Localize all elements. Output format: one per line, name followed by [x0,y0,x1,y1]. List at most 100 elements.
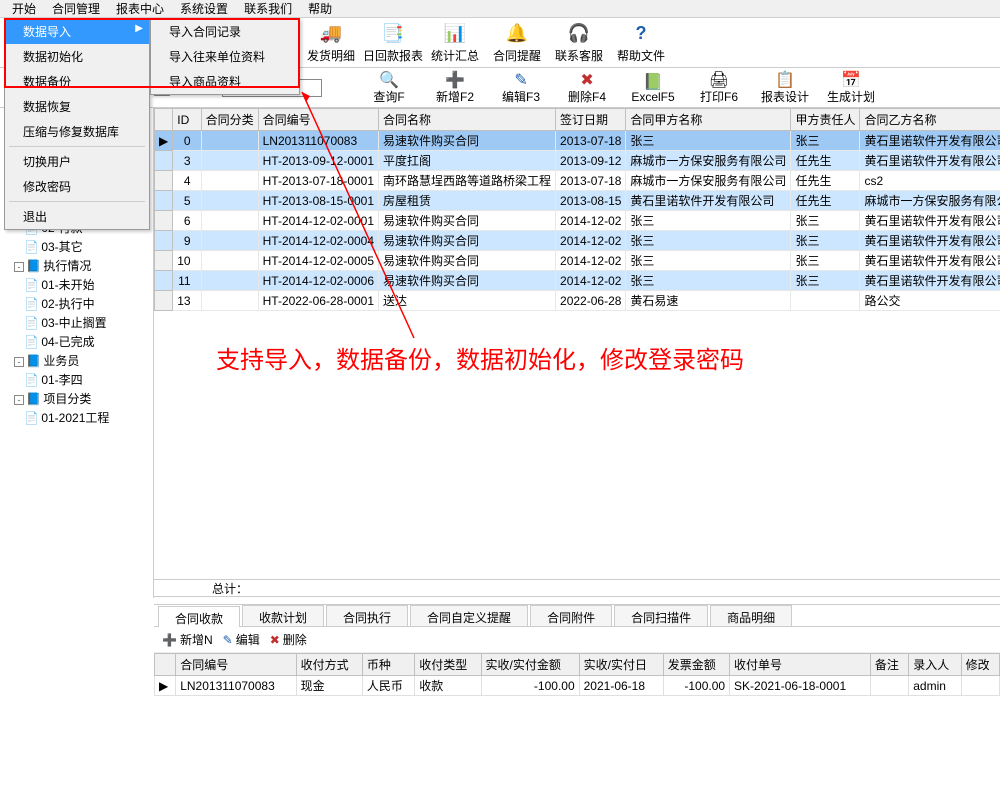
column-header[interactable]: 币种 [362,654,414,676]
table-row[interactable]: 10HT-2014-12-02-0005易速软件购买合同2014-12-02张三… [155,251,1000,271]
contract-grid: ID合同分类合同编号合同名称签订日期合同甲方名称甲方责任人合同乙方名称 ▶0LN… [154,108,1000,311]
menu-item-switch-user[interactable]: 切换用户 [5,149,149,174]
chevron-right-icon: ▶ [135,23,143,34]
column-header[interactable]: ID [173,109,201,131]
btn-delete[interactable]: ✖删除F4 [556,70,618,105]
btn-report-design[interactable]: 📋报表设计 [754,70,816,105]
column-header[interactable]: 甲方责任人 [791,109,860,131]
column-header[interactable]: 收付单号 [730,654,871,676]
tab-2[interactable]: 合同执行 [326,605,408,626]
column-header[interactable]: 收付方式 [296,654,362,676]
table-row[interactable]: ▶LN201311070083现金人民币收款-100.002021-06-18-… [155,676,1000,696]
plan-icon: 📅 [841,70,861,88]
menubar-item-0[interactable]: 开始 [4,0,44,18]
table-row[interactable]: 4HT-2013-07-18-0001南环路慧埕西路等道路桥梁工程2013-07… [155,171,1000,191]
tree-node[interactable]: 📄 04-已完成 [4,332,153,351]
toolbar-help[interactable]: ?帮助文件 [610,18,672,67]
btn-search[interactable]: 🔍查询F [358,70,420,105]
start-menu-dropdown: 数据导入▶ 数据初始化 数据备份 数据恢复 压缩与修复数据库 切换用户 修改密码… [4,18,150,230]
delete-icon: ✖ [580,70,593,88]
column-header[interactable]: 合同编号 [176,654,296,676]
menubar: 开始合同管理报表中心系统设置联系我们帮助 [0,0,1000,18]
table-row[interactable]: 13HT-2022-06-28-0001送达2022-06-28黄石易速路公交 [155,291,1000,311]
toolbar-contact-service[interactable]: 🎧联系客服 [548,18,610,67]
tab-4[interactable]: 合同附件 [530,605,612,626]
excel-icon: 📗 [643,72,663,90]
tree-node[interactable]: -📘 执行情况 [4,256,153,275]
search-icon: 🔍 [379,70,399,88]
tree-node[interactable]: -📘 业务员 [4,351,153,370]
column-header[interactable]: 合同编号 [258,109,378,131]
column-header[interactable]: 实收/实付金额 [481,654,579,676]
menu-item-change-password[interactable]: 修改密码 [5,174,149,199]
design-icon: 📋 [775,70,795,88]
menubar-item-2[interactable]: 报表中心 [108,0,172,18]
column-header[interactable]: 录入人 [909,654,961,676]
toolbar-statistics[interactable]: 📊统计汇总 [424,18,486,67]
tab-0[interactable]: 合同收款 [158,606,240,627]
column-header[interactable]: 备注 [870,654,908,676]
tab-3[interactable]: 合同自定义提醒 [410,605,528,626]
table-row[interactable]: 5HT-2013-08-15-0001房屋租赁2013-08-15黄石里诺软件开… [155,191,1000,211]
column-header[interactable]: 收付类型 [415,654,481,676]
tree-node[interactable]: -📘 项目分类 [4,389,153,408]
detail-tabs: 合同收款收款计划合同执行合同自定义提醒合同附件合同扫描件商品明细 [154,605,1000,627]
tab-6[interactable]: 商品明细 [710,605,792,626]
menu-item-data-compress[interactable]: 压缩与修复数据库 [5,119,149,144]
menubar-item-3[interactable]: 系统设置 [172,0,236,18]
btn-print[interactable]: 🖨打印F6 [688,70,750,105]
btn-edit[interactable]: ✎编辑F3 [490,70,552,105]
payment-grid: 合同编号收付方式币种收付类型实收/实付金额实收/实付日发票金额收付单号备注录入人… [154,653,1000,696]
menubar-item-5[interactable]: 帮助 [300,0,340,18]
tree-node[interactable]: 📄 03-其它 [4,237,153,256]
submenu-import-contract[interactable]: 导入合同记录 [151,19,299,44]
tab-1[interactable]: 收款计划 [242,605,324,626]
summary-row: 总计： [154,579,1000,597]
tree-node[interactable]: 📄 01-未开始 [4,275,153,294]
detail-btn[interactable]: ➕新增N [162,631,213,648]
bell-icon: 🔔 [505,21,529,45]
column-header[interactable]: 合同乙方名称 [860,109,1000,131]
column-header[interactable]: 合同甲方名称 [626,109,791,131]
detail-btn[interactable]: ✖删除 [270,631,307,648]
btn-generate-plan[interactable]: 📅生成计划 [820,70,882,105]
table-row[interactable]: 11HT-2014-12-02-0006易速软件购买合同2014-12-02张三… [155,271,1000,291]
column-header[interactable]: 修改 [961,654,999,676]
pencil-icon: ✎ [514,70,527,88]
plus-icon: ➕ [445,70,465,88]
table-row[interactable]: 9HT-2014-12-02-0004易速软件购买合同2014-12-02张三张… [155,231,1000,251]
row-header-corner [155,109,173,131]
column-header[interactable]: 合同名称 [379,109,556,131]
column-header[interactable]: 发票金额 [663,654,729,676]
menu-item-data-init[interactable]: 数据初始化 [5,44,149,69]
tree-node[interactable]: 📄 03-中止搁置 [4,313,153,332]
menu-item-data-restore[interactable]: 数据恢复 [5,94,149,119]
table-row[interactable]: ▶0LN201311070083易速软件购买合同2013-07-18张三张三黄石… [155,131,1000,151]
menubar-item-4[interactable]: 联系我们 [236,0,300,18]
menu-item-exit[interactable]: 退出 [5,204,149,229]
delivery-icon: 🚚 [319,21,343,45]
table-row[interactable]: 6HT-2014-12-02-0001易速软件购买合同2014-12-02张三张… [155,211,1000,231]
btn-new[interactable]: ➕新增F2 [424,70,486,105]
tab-5[interactable]: 合同扫描件 [614,605,708,626]
import-submenu: 导入合同记录 导入往来单位资料 导入商品资料 [150,18,300,95]
column-header[interactable]: 签订日期 [556,109,626,131]
submenu-import-product[interactable]: 导入商品资料 [151,69,299,94]
tree-node[interactable]: 📄 01-2021工程 [4,408,153,427]
detail-toolbar: ➕新增N ✎编辑 ✖删除 [154,627,1000,653]
tree-node[interactable]: 📄 02-执行中 [4,294,153,313]
btn-excel[interactable]: 📗ExcelF5 [622,72,684,104]
menu-item-data-backup[interactable]: 数据备份 [5,69,149,94]
tree-node[interactable]: 📄 01-李四 [4,370,153,389]
toolbar-daily-payment[interactable]: 📑日回款报表 [362,18,424,67]
menubar-item-1[interactable]: 合同管理 [44,0,108,18]
annotation-text: 支持导入，数据备份，数据初始化，修改登录密码 [216,340,744,375]
table-row[interactable]: 3HT-2013-09-12-0001平度扛阁2013-09-12麻城市一方保安… [155,151,1000,171]
detail-btn[interactable]: ✎编辑 [223,631,260,648]
menu-item-data-import[interactable]: 数据导入▶ [5,19,149,44]
toolbar-contract-remind[interactable]: 🔔合同提醒 [486,18,548,67]
submenu-import-company[interactable]: 导入往来单位资料 [151,44,299,69]
toolbar-delivery-detail[interactable]: 🚚发货明细 [300,18,362,67]
column-header[interactable]: 实收/实付日 [579,654,663,676]
column-header[interactable]: 合同分类 [201,109,258,131]
